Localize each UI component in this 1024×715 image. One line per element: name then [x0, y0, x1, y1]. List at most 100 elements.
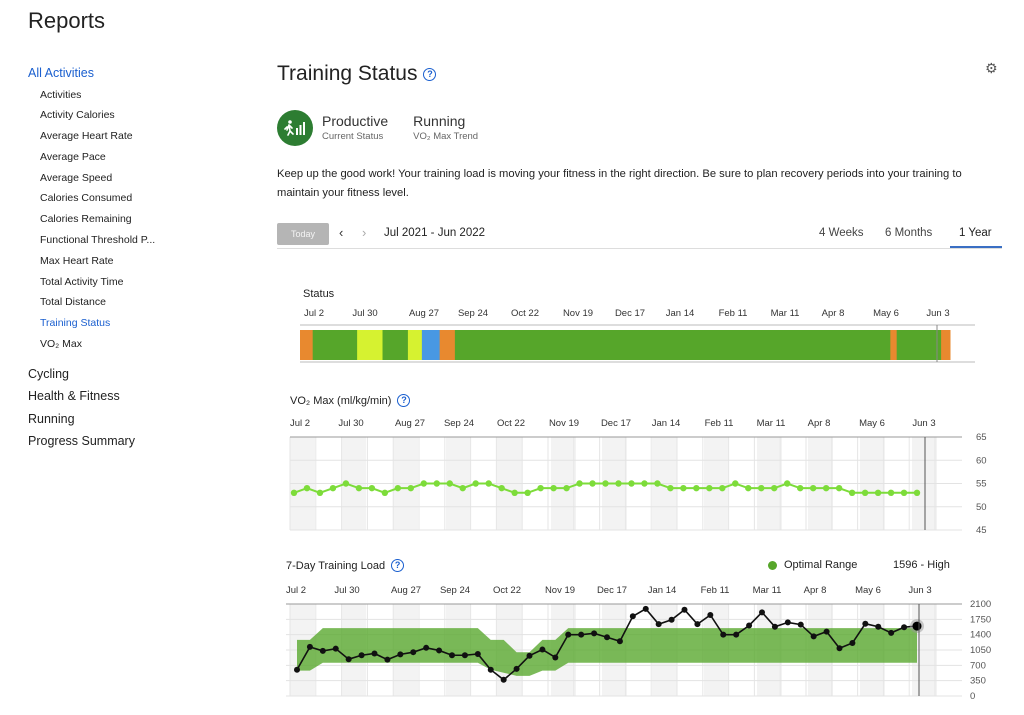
vo2-x-label: Jul 30: [338, 418, 363, 429]
load-x-label: Aug 27: [391, 585, 421, 596]
load-current-point: [912, 621, 922, 631]
vo2-x-label: Jul 2: [290, 418, 310, 429]
load-point: [332, 645, 339, 652]
vo2-point: [913, 489, 921, 496]
vo2-point: [628, 480, 635, 487]
status-segment: [300, 330, 314, 360]
load-point: [591, 630, 598, 637]
load-point: [345, 656, 352, 663]
load-point: [694, 621, 701, 628]
load-point: [461, 652, 468, 659]
load-point: [668, 616, 675, 623]
status-x-label: Nov 19: [563, 308, 593, 319]
vo2-point: [498, 484, 505, 492]
vo2-point: [589, 480, 596, 487]
vo2-x-label: Nov 19: [549, 418, 579, 429]
load-point: [771, 623, 778, 630]
status-segment: [382, 330, 409, 360]
vo2-point: [822, 484, 830, 492]
vo2-point: [758, 484, 765, 492]
load-point: [526, 652, 533, 659]
status-x-label: Jan 14: [666, 308, 695, 319]
load-point: [746, 622, 753, 629]
load-x-label: Mar 11: [753, 585, 782, 596]
vo2-point: [900, 489, 908, 496]
vo2-x-label: Jun 3: [912, 418, 935, 429]
load-point: [707, 611, 714, 618]
vo2-point: [732, 480, 739, 487]
vo2-point: [887, 489, 895, 496]
load-point: [397, 651, 404, 658]
load-x-label: Feb 11: [701, 585, 730, 596]
load-point: [319, 647, 326, 654]
vo2-point: [809, 484, 817, 492]
charts-canvas: Jul 2 Jul 30 Aug 27 Sep 24 Oct 22 Nov 19 Dec 1…: [286, 308, 991, 702]
status-segment: [407, 330, 423, 360]
vo2-point: [874, 489, 882, 496]
status-segment: [357, 330, 384, 360]
status-segment: [421, 330, 441, 360]
status-x-label: Jul 30: [352, 308, 377, 319]
load-y-label: 1400: [970, 630, 991, 641]
vo2-point: [576, 480, 583, 487]
vo2-point: [615, 480, 622, 487]
load-point: [810, 633, 817, 640]
vo2-x-label: Aug 27: [395, 418, 425, 429]
status-x-label: Aug 27: [409, 308, 439, 319]
load-y-label: 0: [970, 691, 975, 702]
status-x-label: Apr 8: [822, 308, 845, 319]
vo2-point: [771, 484, 778, 492]
load-point: [862, 620, 869, 627]
vo2-point: [706, 484, 713, 492]
vo2-point: [796, 484, 804, 492]
load-point: [733, 631, 740, 638]
load-point: [449, 652, 455, 659]
load-x-label: Jun 3: [908, 585, 931, 596]
vo2-point: [394, 484, 402, 492]
status-x-label: Dec 17: [615, 308, 645, 319]
vo2-x-label: Jan 14: [652, 418, 681, 429]
vo2-point: [667, 484, 674, 492]
vo2-point: [368, 484, 376, 492]
status-segment: [439, 330, 456, 360]
vo2-y-label: 65: [976, 432, 987, 443]
vo2-point: [641, 480, 648, 487]
vo2-point: [693, 484, 700, 492]
load-point: [565, 631, 572, 638]
vo2-point: [784, 480, 791, 487]
load-point: [294, 666, 300, 673]
load-point: [358, 652, 365, 659]
load-point: [384, 656, 391, 663]
load-x-label: Apr 8: [804, 585, 827, 596]
load-x-label: Dec 17: [597, 585, 627, 596]
vo2-point: [303, 484, 311, 492]
vo2-y-label: 50: [976, 502, 987, 513]
load-point: [423, 644, 430, 651]
load-y-label: 350: [970, 676, 986, 687]
vo2-x-label: Mar 11: [757, 418, 786, 429]
vo2-y-label: 60: [976, 455, 987, 466]
vo2-point: [861, 489, 869, 496]
vo2-point: [355, 484, 363, 492]
vo2-point: [433, 480, 440, 487]
vo2-point: [342, 480, 350, 487]
load-x-label: May 6: [855, 585, 881, 596]
vo2-x-label: Feb 11: [705, 418, 734, 429]
vo2-point: [459, 484, 466, 492]
load-point: [836, 645, 843, 652]
status-segment: [941, 330, 951, 360]
vo2-point: [329, 484, 337, 492]
load-point: [901, 624, 908, 631]
vo2-point: [420, 480, 427, 487]
load-point: [875, 623, 882, 630]
load-y-label: 2100: [970, 599, 991, 610]
load-point: [474, 650, 481, 657]
vo2-point: [654, 480, 661, 487]
vo2-point: [511, 489, 518, 496]
vo2-point: [472, 480, 479, 487]
load-x-label: Nov 19: [545, 585, 575, 596]
load-point: [513, 665, 520, 672]
vo2-point: [848, 489, 856, 496]
status-x-label: Jul 2: [304, 308, 324, 319]
vo2-point: [745, 484, 752, 492]
